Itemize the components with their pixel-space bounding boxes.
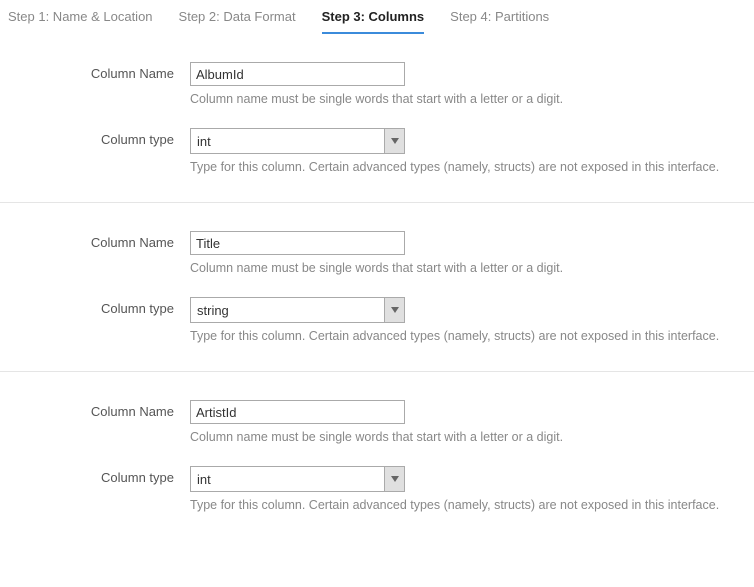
column-type-label: Column type [0,128,190,147]
tab-step2[interactable]: Step 2: Data Format [179,9,296,34]
column-section-2: Column Name Column name must be single w… [0,372,754,540]
chevron-down-icon[interactable] [384,129,404,153]
column-type-select[interactable]: int [190,466,405,492]
column-type-hint: Type for this column. Certain advanced t… [190,329,754,343]
tab-step4[interactable]: Step 4: Partitions [450,9,549,34]
column-name-label: Column Name [0,400,190,419]
column-type-value: int [191,134,384,149]
column-type-hint: Type for this column. Certain advanced t… [190,498,754,512]
column-type-value: int [191,472,384,487]
column-type-label: Column type [0,297,190,316]
chevron-down-icon[interactable] [384,298,404,322]
column-type-value: string [191,303,384,318]
tab-step3[interactable]: Step 3: Columns [322,9,425,34]
tab-step1[interactable]: Step 1: Name & Location [8,9,153,34]
column-section-0: Column Name Column name must be single w… [0,34,754,202]
column-type-select[interactable]: string [190,297,405,323]
column-name-hint: Column name must be single words that st… [190,92,754,106]
column-section-1: Column Name Column name must be single w… [0,203,754,371]
column-type-select[interactable]: int [190,128,405,154]
column-name-input[interactable] [190,231,405,255]
column-name-input[interactable] [190,400,405,424]
column-name-hint: Column name must be single words that st… [190,261,754,275]
column-name-label: Column Name [0,62,190,81]
column-type-label: Column type [0,466,190,485]
column-name-input[interactable] [190,62,405,86]
wizard-tabs: Step 1: Name & Location Step 2: Data For… [0,0,754,34]
column-name-hint: Column name must be single words that st… [190,430,754,444]
column-type-hint: Type for this column. Certain advanced t… [190,160,754,174]
column-name-label: Column Name [0,231,190,250]
chevron-down-icon[interactable] [384,467,404,491]
